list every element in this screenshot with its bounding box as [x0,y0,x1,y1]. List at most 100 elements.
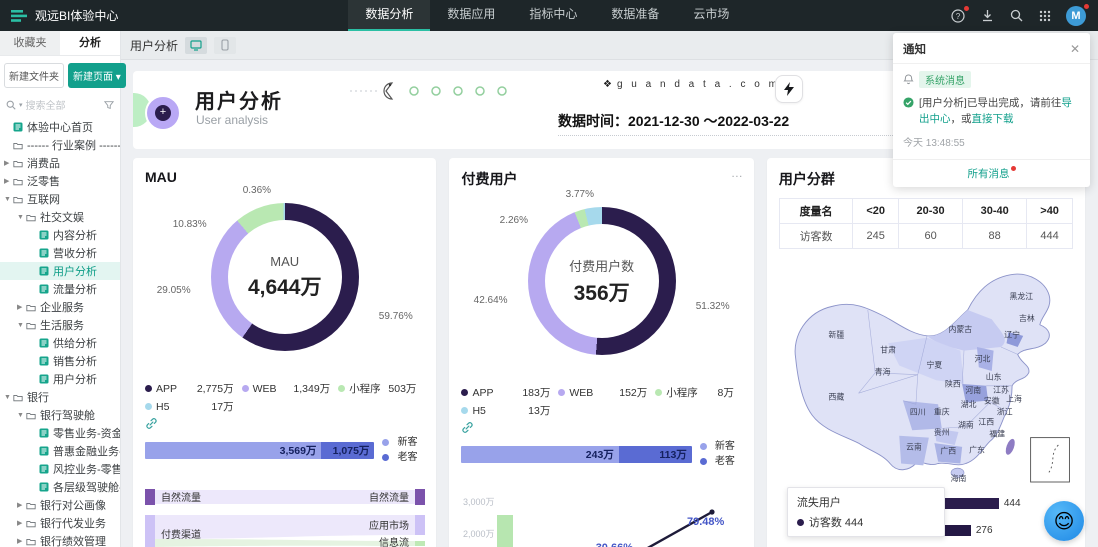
tree-collapse-icon[interactable]: ▼ [4,196,13,203]
page-tab-label[interactable]: 用户分析 [130,37,178,54]
tree-item[interactable]: 零售业务-资金... [0,424,120,442]
tree-item[interactable]: 营收分析 [0,244,120,262]
tree-item[interactable]: 内容分析 [0,226,120,244]
support-chat-button[interactable]: 😊 [1044,501,1084,541]
tree-item[interactable]: ▶ 企业服务 [0,298,120,316]
more-menu-icon[interactable]: … [731,166,744,180]
tree-item[interactable]: ------ 行业案例 ------ [0,136,120,154]
combo-bar[interactable] [497,515,514,547]
dashboard-file-icon [39,284,49,294]
stacked-segment[interactable]: 1,075万 [321,441,375,459]
tree-item[interactable]: 各层级驾驶舱-... [0,478,120,496]
legend-item[interactable]: 新客 [382,435,424,450]
tree-collapse-icon[interactable]: ▼ [17,214,26,221]
legend-item[interactable]: 小程序 8万 [655,385,742,400]
mobile-view-toggle[interactable] [214,36,237,54]
sidebar-search[interactable]: ▾ 搜索全部 [0,94,120,118]
tree-item[interactable]: ▼ 生活服务 [0,316,120,334]
tree-collapse-icon[interactable]: ▼ [17,322,26,329]
tree-expand-icon[interactable]: ▶ [17,537,26,545]
table-header-cell: <20 [852,198,900,224]
sidebar-tab[interactable]: 分析 [60,31,120,55]
nav-tab[interactable]: 云市场 [676,0,746,31]
tree-item[interactable]: ▼ 银行 [0,388,120,406]
link-icon[interactable] [461,421,474,434]
tree-item[interactable]: ▶ 泛零售 [0,172,120,190]
desktop-view-toggle[interactable] [185,36,208,54]
donut-percent-label: 2.26% [499,215,528,226]
nav-tab[interactable]: 数据分析 [348,0,431,31]
search-icon [6,100,16,110]
dashboard-file-icon [39,356,49,366]
table-cell: 访客数 [778,223,854,249]
tree-item[interactable]: ▼ 互联网 [0,190,120,208]
tree-item[interactable]: ▶ 消费品 [0,154,120,172]
china-map[interactable]: 新疆西藏 青海 甘肃宁夏 内蒙古 黑龙江吉林辽宁河北山东河南陕西湖北 安徽江苏上海浙江江西… [779,253,1075,489]
tree-item[interactable]: 用户分析 [0,262,120,280]
legend-item[interactable]: 老客 [699,454,742,469]
app-logo[interactable]: 观远BI体验中心 [10,7,118,25]
tree-item[interactable]: ▶ 银行绩效管理 [0,532,120,547]
paid-combo-chart[interactable]: 3,000万 2,000万 1,000万 7.58% 12.81% 30.66%… [461,491,742,547]
tree-expand-icon[interactable]: ▶ [17,501,26,509]
all-messages-link[interactable]: 所有消息 [893,158,1090,187]
stacked-segment[interactable]: 3,569万 [145,441,322,459]
legend-item[interactable]: H5 13万 [461,403,558,418]
nav-tab[interactable]: 数据应用 [430,0,512,31]
legend-item[interactable]: 小程序 503万 [338,381,424,396]
mau-sankey-chart[interactable]: 自然流量 付费渠道 免费渠道 自然流量 应用市场 信息流 垂直媒体 会员合作 [145,489,425,547]
legend-item[interactable]: H5 17万 [145,399,242,414]
tree-collapse-icon[interactable]: ▼ [4,394,13,401]
legend-item[interactable]: 老客 [382,450,424,465]
new-folder-button[interactable]: 新建文件夹 [4,63,64,88]
app-window: 观远BI体验中心 数据分析数据应用指标中心数据准备云市场 ? M 收藏夹 [0,0,1098,547]
search-icon[interactable] [1008,8,1024,24]
donut-percent-label: 3.77% [565,189,594,200]
tree-item[interactable]: 风控业务-零售... [0,460,120,478]
province-label: 重庆 [934,406,950,416]
tree-item[interactable]: ▼ 社交文娱 [0,208,120,226]
direct-download-link[interactable]: 直接下载 [972,113,1014,125]
tree-item[interactable]: 流量分析 [0,280,120,298]
nav-tab[interactable]: 数据准备 [594,0,676,31]
new-page-button[interactable]: 新建页面 ▾ [68,63,126,88]
legend-item[interactable]: APP 183万 [461,385,558,400]
tree-item[interactable]: 体验中心首页 [0,118,120,136]
tree-item[interactable]: ▶ 银行代发业务 [0,514,120,532]
tree-collapse-icon[interactable]: ▼ [17,412,26,419]
tree-item[interactable]: 销售分析 [0,352,120,370]
legend-dot [699,458,707,465]
link-icon[interactable] [145,417,158,430]
legend-item[interactable]: WEB 1,349万 [241,381,339,396]
tree-item[interactable]: 普惠金融业务-... [0,442,120,460]
tree-expand-icon[interactable]: ▶ [17,303,26,311]
apps-grid-icon[interactable] [1037,8,1053,24]
dashboard-title: 用户分析 [195,91,283,113]
legend-item[interactable]: WEB 152万 [558,385,655,400]
tree-expand-icon[interactable]: ▶ [17,519,26,527]
stacked-segment[interactable]: 243万 [461,445,619,463]
unread-dot [1010,165,1016,171]
legend-value: 8万 [717,387,734,399]
province-label: 西藏 [828,392,844,402]
tree-item[interactable]: 用户分析 [0,370,120,388]
legend-item[interactable]: APP 2,775万 [145,381,242,396]
download-icon[interactable] [979,8,995,24]
sidebar-tab[interactable]: 收藏夹 [0,31,60,55]
province-label: 陕西 [945,379,961,389]
tree-item[interactable]: ▶ 银行对公画像 [0,496,120,514]
filter-icon[interactable] [104,100,114,110]
tree-expand-icon[interactable]: ▶ [4,159,13,167]
stacked-segment[interactable]: 113万 [618,445,692,463]
legend-dot [461,407,469,414]
close-icon[interactable]: ✕ [1070,42,1080,56]
tree-item[interactable]: 供给分析 [0,334,120,352]
user-avatar[interactable]: M [1066,3,1089,26]
tree-item-label: 银行代发业务 [40,518,106,530]
tree-expand-icon[interactable]: ▶ [4,177,13,185]
legend-item[interactable]: 新客 [699,439,742,454]
province-label: 四川 [910,407,926,416]
tree-item[interactable]: ▼ 银行驾驶舱 [0,406,120,424]
help-icon[interactable]: ? [950,5,969,24]
nav-tab[interactable]: 指标中心 [512,0,594,31]
